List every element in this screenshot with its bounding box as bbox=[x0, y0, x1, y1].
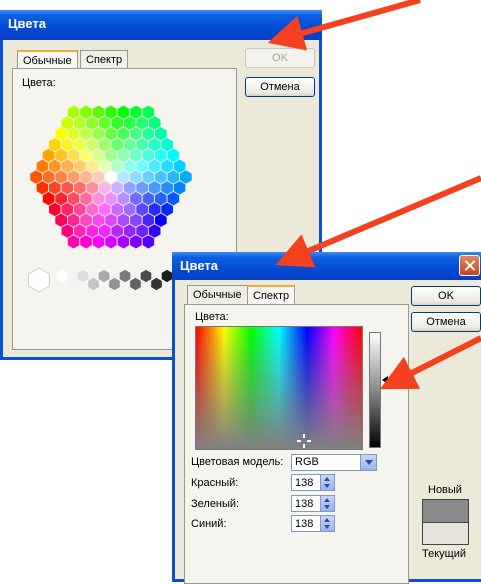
blue-value[interactable]: 138 bbox=[295, 518, 313, 530]
gray-cell[interactable] bbox=[56, 269, 68, 283]
cancel-button[interactable]: Отмена bbox=[411, 312, 481, 332]
blue-label: Синий: bbox=[191, 518, 227, 530]
dialog-title: Цвета bbox=[8, 16, 46, 31]
cancel-button-label: Отмена bbox=[260, 81, 300, 93]
ok-button-label: OK bbox=[272, 52, 288, 64]
cancel-button-label: Отмена bbox=[426, 316, 466, 328]
tab-label: Обычные bbox=[193, 289, 242, 301]
colors-dialog-spectrum: Цвета Обычные Спектр Цвета: Цветовая мод… bbox=[172, 252, 481, 584]
spin-arrows-icon[interactable] bbox=[320, 475, 334, 490]
gray-cell[interactable] bbox=[140, 269, 152, 283]
dialog-titlebar[interactable]: Цвета bbox=[172, 252, 481, 280]
color-cell[interactable] bbox=[179, 169, 193, 185]
dialog-titlebar[interactable]: Цвета bbox=[0, 10, 322, 40]
tab-label: Спектр bbox=[86, 54, 123, 66]
gray-cell[interactable] bbox=[150, 277, 163, 291]
gray-cell[interactable] bbox=[66, 277, 79, 291]
current-color-swatch bbox=[423, 522, 468, 544]
spin-arrows-icon[interactable] bbox=[320, 516, 334, 531]
color-model-label: Цветовая модель: bbox=[191, 456, 284, 468]
tab-label: Спектр bbox=[253, 290, 290, 302]
new-color-swatch bbox=[423, 500, 468, 522]
close-icon[interactable] bbox=[459, 255, 480, 276]
tab-standard[interactable]: Обычные bbox=[187, 285, 248, 304]
tab-spectrum[interactable]: Спектр bbox=[80, 50, 129, 69]
green-value[interactable]: 138 bbox=[295, 498, 313, 510]
spin-arrows-icon[interactable] bbox=[320, 496, 334, 511]
green-stepper[interactable]: 138 bbox=[291, 495, 335, 512]
current-color-label: Текущий bbox=[422, 548, 466, 560]
red-stepper[interactable]: 138 bbox=[291, 474, 335, 491]
green-label: Зеленый: bbox=[191, 498, 240, 510]
colors-label: Цвета: bbox=[22, 77, 56, 89]
gray-cell[interactable] bbox=[98, 269, 110, 283]
colors-label: Цвета: bbox=[195, 311, 229, 323]
luminance-pointer-icon[interactable] bbox=[382, 376, 388, 384]
gray-cell[interactable] bbox=[28, 267, 50, 293]
gray-cell[interactable] bbox=[129, 277, 142, 291]
spectrum-crosshair-icon[interactable] bbox=[297, 434, 311, 448]
gray-cell[interactable] bbox=[161, 269, 173, 283]
color-hexagon-grid[interactable] bbox=[27, 99, 207, 259]
red-value[interactable]: 138 bbox=[295, 477, 313, 489]
gray-cell[interactable] bbox=[108, 277, 121, 291]
color-model-value: RGB bbox=[295, 456, 319, 468]
dialog-title: Цвета bbox=[180, 258, 218, 273]
hexagon-palette[interactable] bbox=[27, 99, 207, 259]
gray-cell[interactable] bbox=[87, 277, 100, 291]
gray-cell[interactable] bbox=[77, 269, 89, 283]
ok-button[interactable]: OK bbox=[245, 48, 315, 68]
color-model-select[interactable]: RGB bbox=[291, 454, 377, 471]
tab-label: Обычные bbox=[23, 55, 72, 67]
new-color-label: Новый bbox=[428, 484, 462, 496]
tab-spectrum[interactable]: Спектр bbox=[247, 285, 296, 306]
cancel-button[interactable]: Отмена bbox=[245, 77, 315, 97]
red-label: Красный: bbox=[191, 477, 239, 489]
ok-button-label: OK bbox=[438, 290, 454, 302]
gray-cell[interactable] bbox=[119, 269, 131, 283]
luminance-slider[interactable] bbox=[369, 332, 381, 448]
blue-stepper[interactable]: 138 bbox=[291, 515, 335, 532]
color-spectrum-field[interactable] bbox=[195, 326, 363, 450]
ok-button[interactable]: OK bbox=[411, 286, 481, 306]
chevron-down-icon[interactable] bbox=[360, 455, 376, 470]
color-preview bbox=[422, 499, 469, 545]
